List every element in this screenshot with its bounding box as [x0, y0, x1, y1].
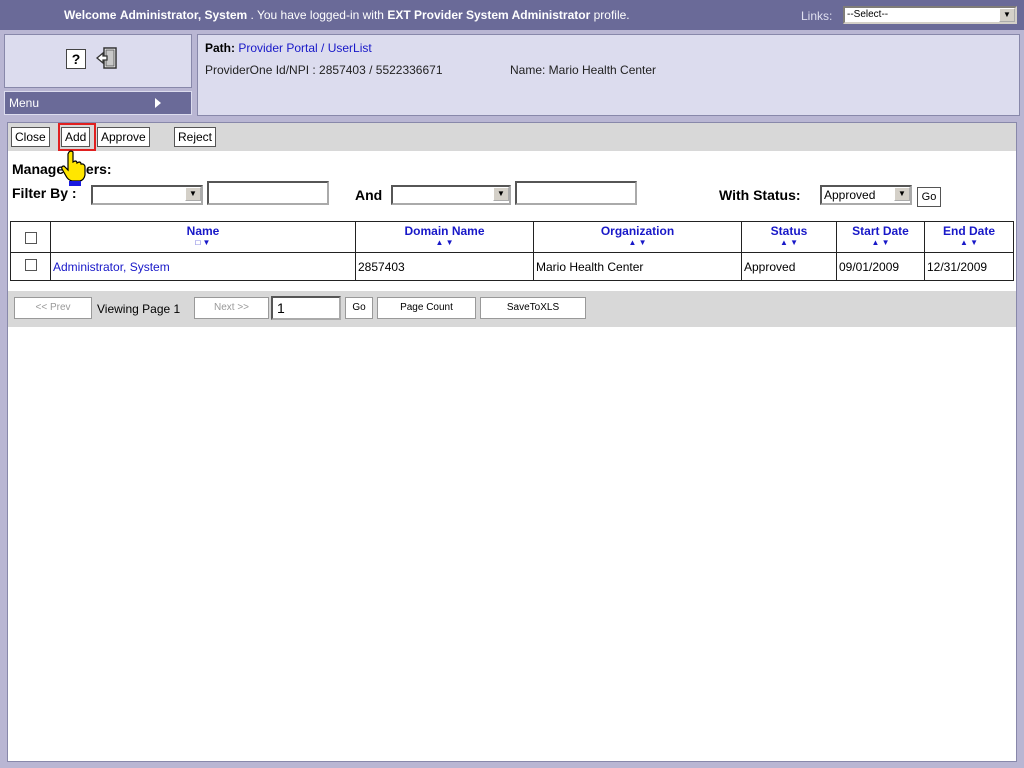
hand-cursor-icon: [61, 150, 86, 186]
breadcrumb: Path: Provider Portal / UserList: [205, 41, 372, 55]
utility-panel: ?: [4, 34, 192, 88]
links-select-value: --Select--: [847, 9, 889, 20]
row-checkbox[interactable]: [24, 259, 37, 271]
col-start-date[interactable]: Start Date ▲ ▼: [836, 221, 925, 253]
user-name-link[interactable]: Administrator, System: [53, 260, 170, 274]
path-label: Path:: [205, 41, 235, 55]
chevron-down-icon[interactable]: ▼: [999, 8, 1015, 22]
next-button[interactable]: Next >>: [194, 297, 269, 319]
filter-field-select[interactable]: ▼: [91, 185, 203, 205]
cell-organization: Mario Health Center: [533, 252, 742, 281]
filter-go-button[interactable]: Go: [917, 187, 941, 207]
cell-end-date: 12/31/2009: [924, 252, 1014, 281]
chevron-down-icon[interactable]: ▼: [185, 187, 201, 201]
with-status-label: With Status:: [719, 187, 801, 203]
chevron-down-icon[interactable]: ▼: [894, 187, 910, 201]
welcome-profile: EXT Provider System Administrator: [387, 8, 591, 22]
provider-ids: ProviderOne Id/NPI : 2857403 / 552233667…: [205, 63, 443, 77]
sort-icon[interactable]: ▲ ▼: [534, 238, 741, 248]
pager: << Prev Viewing Page 1 Next >> 1 Go Page…: [8, 291, 1016, 327]
main-content: Close Add Approve Reject Manage Users: F…: [7, 122, 1017, 762]
exit-icon[interactable]: [95, 45, 121, 71]
welcome-suffix: profile.: [590, 8, 630, 22]
sort-icon[interactable]: ▲ ▼: [742, 238, 836, 248]
approve-button[interactable]: Approve: [97, 127, 150, 147]
sort-icon[interactable]: ▲ ▼: [356, 238, 533, 248]
col-name[interactable]: Name □ ▼: [50, 221, 356, 253]
close-button[interactable]: Close: [11, 127, 50, 147]
help-icon[interactable]: ?: [66, 49, 86, 69]
col-domain-label: Domain Name: [404, 224, 485, 238]
add-highlight-box: [58, 123, 96, 151]
col-organization-label: Organization: [600, 224, 675, 238]
page-count-button[interactable]: Page Count: [377, 297, 476, 319]
menu-bar[interactable]: Menu: [4, 91, 192, 115]
cell-name: Administrator, System: [50, 252, 356, 281]
sort-icon[interactable]: ▲ ▼: [837, 238, 924, 248]
save-to-xls-button[interactable]: SaveToXLS: [480, 297, 586, 319]
links-label: Links:: [801, 9, 833, 23]
provider-name: Name: Mario Health Center: [510, 63, 657, 77]
chevron-down-icon[interactable]: ▼: [493, 187, 509, 201]
users-table: Name □ ▼ Domain Name ▲ ▼ Organization ▲ …: [10, 221, 1014, 281]
cell-domain: 2857403: [355, 252, 534, 281]
welcome-mid: . You have logged-in with: [247, 8, 384, 22]
and-label: And: [355, 187, 383, 203]
col-domain-name[interactable]: Domain Name ▲ ▼: [355, 221, 534, 253]
sort-icon[interactable]: ▲ ▼: [925, 238, 1013, 248]
col-start-label: Start Date: [852, 224, 909, 238]
table-row: Administrator, System 2857403 Mario Heal…: [10, 252, 1014, 281]
sort-icon[interactable]: □ ▼: [51, 238, 355, 248]
status-select-value: Approved: [824, 188, 876, 202]
path-link[interactable]: Provider Portal / UserList: [238, 41, 371, 55]
col-end-label: End Date: [942, 224, 995, 238]
reject-button[interactable]: Reject: [174, 127, 217, 147]
prev-button[interactable]: << Prev: [14, 297, 92, 319]
welcome-prefix: Welcome: [64, 8, 117, 22]
col-end-date[interactable]: End Date ▲ ▼: [924, 221, 1014, 253]
filter-by-label: Filter By :: [12, 185, 77, 201]
select-all-checkbox[interactable]: [24, 232, 37, 244]
col-name-label: Name: [186, 224, 220, 238]
toolbar: Close Add Approve Reject: [8, 123, 1016, 151]
col-organization[interactable]: Organization ▲ ▼: [533, 221, 742, 253]
col-status[interactable]: Status ▲ ▼: [741, 221, 837, 253]
menu-arrow-icon: [155, 98, 161, 108]
filter-value-input[interactable]: [207, 181, 329, 205]
menu-label: Menu: [9, 96, 40, 110]
and-field-select[interactable]: ▼: [391, 185, 511, 205]
path-panel: Path: Provider Portal / UserList Provide…: [197, 34, 1020, 116]
links-select[interactable]: --Select-- ▼: [843, 6, 1017, 24]
welcome-text: Welcome Administrator, System . You have…: [64, 8, 630, 22]
col-status-label: Status: [770, 224, 808, 238]
page-number-input[interactable]: 1: [271, 296, 341, 320]
and-value-input[interactable]: [515, 181, 637, 205]
cell-start-date: 09/01/2009: [836, 252, 925, 281]
table-header-row: Name □ ▼ Domain Name ▲ ▼ Organization ▲ …: [10, 221, 1014, 253]
welcome-user: Administrator, System: [119, 8, 248, 22]
row-select-cell: [10, 252, 51, 281]
page-go-button[interactable]: Go: [345, 297, 373, 319]
cell-status: Approved: [741, 252, 837, 281]
select-all-header: [10, 221, 51, 253]
status-select[interactable]: Approved ▼: [820, 185, 912, 205]
viewing-page-text: Viewing Page 1: [97, 302, 181, 316]
welcome-banner: Welcome Administrator, System . You have…: [0, 0, 1024, 30]
